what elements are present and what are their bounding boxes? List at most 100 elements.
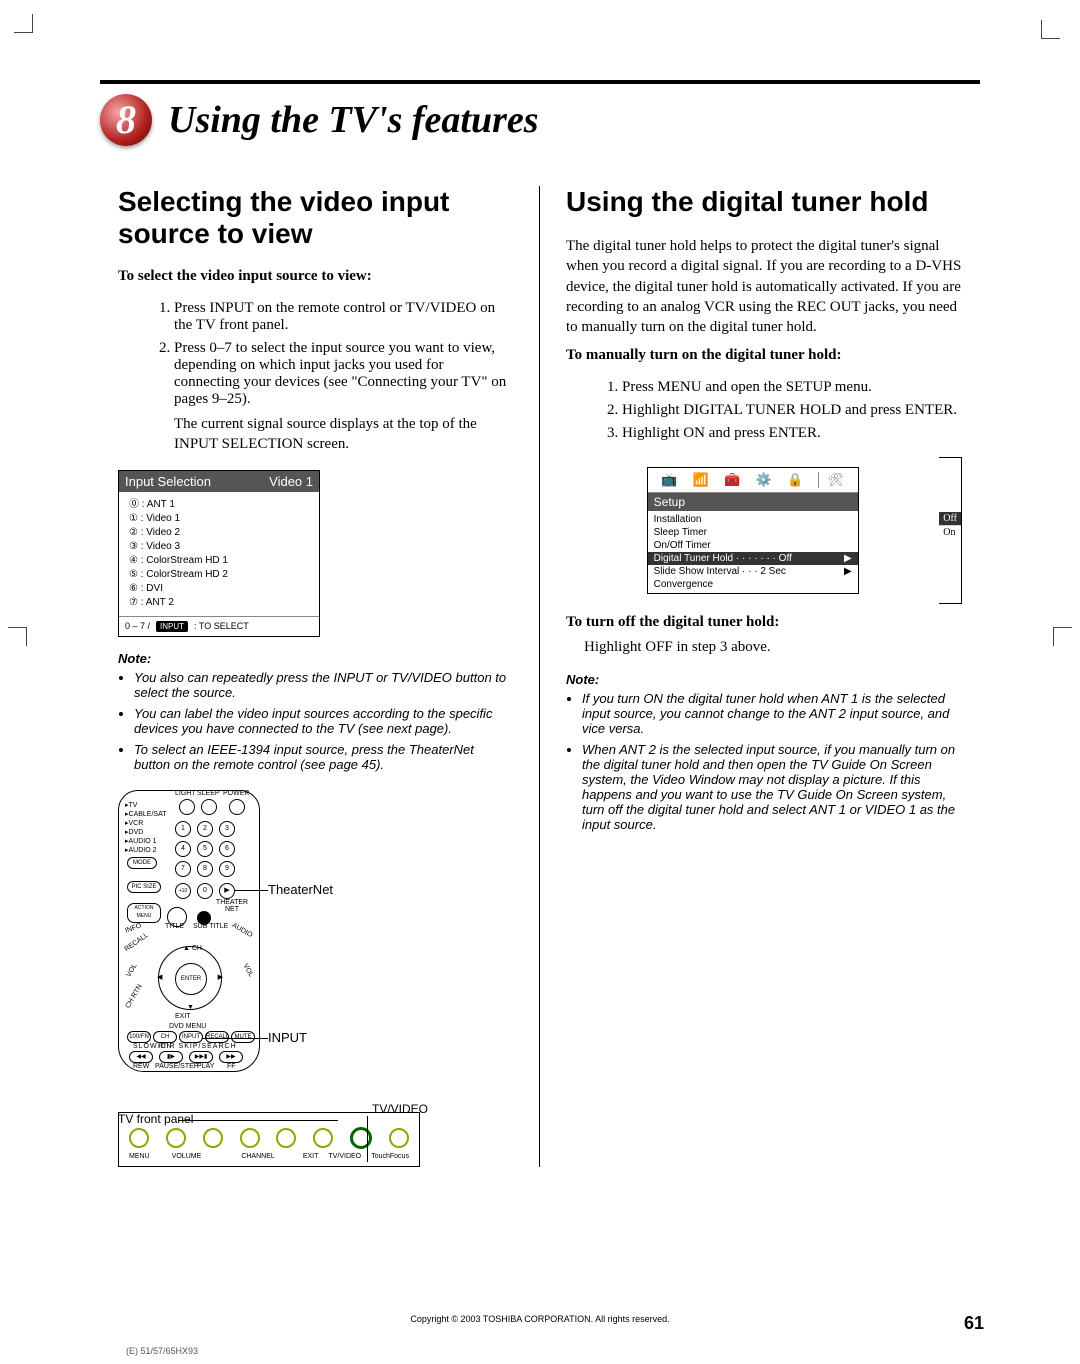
digit-3[interactable]: 3 [219, 821, 235, 837]
osd-row: Slide Show Interval · · · 2 Sec▶ [648, 565, 858, 578]
fn-button[interactable]: 100/FN [127, 1031, 151, 1043]
digit-6[interactable]: 6 [219, 841, 235, 857]
osd-value-off: Off [939, 512, 961, 525]
note-item: To select an IEEE-1394 input source, pre… [134, 742, 513, 772]
step-followup: The current signal source displays at th… [174, 414, 513, 455]
plus10-button[interactable]: +10 [175, 883, 191, 899]
step-off: Highlight OFF in step 3 above. [584, 637, 962, 657]
osd-tab-icons: 📺 📶 🧰 ⚙️ 🔒 🛠 [648, 468, 858, 493]
remote-outline: ▸TV ▸CABLE/SAT ▸VCR ▸DVD ▸AUDIO 1 ▸AUDIO… [118, 790, 260, 1072]
remote-label: CABLE/SAT [129, 811, 167, 818]
section-heading: Using the digital tuner hold [566, 186, 962, 218]
menu-button[interactable]: ACTIONMENU [127, 903, 161, 923]
ff-button[interactable]: ▶▶ [219, 1051, 243, 1063]
osd-header: Input Selection Video 1 [119, 471, 319, 492]
power-button[interactable] [229, 799, 245, 815]
osd-title: Input Selection [125, 474, 211, 489]
mute-button[interactable]: MUTE [231, 1031, 255, 1043]
remote-label: VOL [241, 962, 254, 978]
osd-side-values: Off On [939, 457, 962, 604]
recall-button[interactable]: RECALL [205, 1031, 229, 1043]
enter-button[interactable]: ENTER [175, 963, 207, 995]
panel-menu-button[interactable] [129, 1128, 149, 1148]
play-button[interactable]: ▶▶▮ [189, 1051, 213, 1063]
pause-button[interactable]: ▮▶ [159, 1051, 183, 1063]
crop-mark [8, 627, 27, 646]
chapter-number-badge: 8 [100, 94, 152, 146]
chrtn-button[interactable]: CH RTN [153, 1031, 177, 1043]
osd-item: ⑦ : ANT 2 [129, 596, 309, 610]
remote-label: DVD MENU [169, 1023, 206, 1030]
step: Press MENU and open the SETUP menu. [622, 379, 962, 396]
chapter-header: 8 Using the TV's features [100, 94, 980, 146]
step: Highlight ON and press ENTER. [622, 425, 962, 442]
digit-1[interactable]: 1 [175, 821, 191, 837]
osd-list: Installation Sleep Timer On/Off Timer Di… [648, 511, 858, 593]
digit-5[interactable]: 5 [197, 841, 213, 857]
remote-label: RECALL [123, 931, 149, 952]
panel-label: TouchFocus [371, 1153, 409, 1160]
remote-label: SUB TITLE [193, 923, 228, 930]
subheading: To manually turn on the digital tuner ho… [566, 347, 962, 364]
panel-label-left: TV front panel [118, 1112, 193, 1126]
rew-button[interactable]: ◀◀ [129, 1051, 153, 1063]
remote-label: REW [133, 1063, 149, 1070]
front-panel-figure: TV front panel TV/VIDEO [118, 1112, 418, 1167]
osd-tab-icon: 📶 [693, 472, 709, 488]
panel-chdown-button[interactable] [240, 1128, 260, 1148]
picsize-button[interactable]: PIC SIZE [127, 881, 161, 893]
digit-2[interactable]: 2 [197, 821, 213, 837]
osd-value-on: On [939, 525, 961, 539]
two-column-layout: Selecting the video input source to view… [100, 186, 980, 1167]
panel-label: EXIT [303, 1153, 319, 1160]
step-text: Press 0–7 to select the input source you… [174, 340, 506, 407]
osd-row: Convergence [648, 578, 858, 591]
sleep-button[interactable] [201, 799, 217, 815]
remote-label: PAUSE/STEP [155, 1063, 198, 1070]
digit-4[interactable]: 4 [175, 841, 191, 857]
digit-7[interactable]: 7 [175, 861, 191, 877]
mode-button[interactable]: MODE [127, 857, 157, 869]
osd-tab-icon: 🔒 [787, 472, 803, 488]
osd-setup-figure: 📺 📶 🧰 ⚙️ 🔒 🛠 Setup Installation Sleep Ti… [566, 457, 962, 604]
osd-item: ③ : Video 3 [129, 540, 309, 554]
intro-paragraph: The digital tuner hold helps to protect … [566, 236, 962, 337]
crop-mark [1053, 627, 1072, 646]
panel-touchfocus-button[interactable] [389, 1128, 409, 1148]
panel-tvvideo-button[interactable] [350, 1127, 372, 1149]
osd-input-selection: Input Selection Video 1 ⓪ : ANT 1 ① : Vi… [118, 470, 320, 637]
osd-row: Sleep Timer [648, 526, 858, 539]
remote-label: VOL [125, 962, 138, 978]
digit-9[interactable]: 9 [219, 861, 235, 877]
page-number: 61 [964, 1313, 984, 1334]
osd-item: ④ : ColorStream HD 1 [129, 554, 309, 568]
step-list: Press MENU and open the SETUP menu. High… [582, 379, 962, 442]
remote-label: TV [129, 802, 138, 809]
panel-voldown-button[interactable] [166, 1128, 186, 1148]
nav-ring[interactable]: ▲ CH ▼ ◀ ▶ ENTER [158, 946, 222, 1010]
digit-8[interactable]: 8 [197, 861, 213, 877]
input-button[interactable]: INPUT [179, 1031, 203, 1043]
step-list: Press INPUT on the remote control or TV/… [134, 300, 513, 455]
osd-setup: 📺 📶 🧰 ⚙️ 🔒 🛠 Setup Installation Sleep Ti… [647, 467, 859, 594]
note-heading: Note: [118, 651, 513, 666]
panel-label: VOLUME [172, 1153, 202, 1160]
panel-label: CHANNEL [241, 1153, 274, 1160]
remote-label: AUDIO [231, 921, 254, 938]
panel-volup-button[interactable] [203, 1128, 223, 1148]
remote-label: LIGHT [175, 790, 196, 797]
osd-item: ⑥ : DVI [129, 582, 309, 596]
light-button[interactable] [179, 799, 195, 815]
step: Press INPUT on the remote control or TV/… [174, 300, 513, 334]
panel-chup-button[interactable] [276, 1128, 296, 1148]
chapter-rule [100, 80, 980, 84]
remote-label: DVD [129, 829, 144, 836]
subheading: To select the video input source to view… [118, 268, 513, 285]
remote-label: CH [192, 945, 202, 952]
osd-footer: 0 – 7 / INPUT : TO SELECT [119, 616, 319, 636]
panel-exit-button[interactable] [313, 1128, 333, 1148]
digit-0[interactable]: 0 [197, 883, 213, 899]
remote-label: POWER [223, 790, 249, 797]
theaternet-button[interactable]: ▶ [219, 883, 235, 899]
remote-label: TITLE [165, 923, 184, 930]
